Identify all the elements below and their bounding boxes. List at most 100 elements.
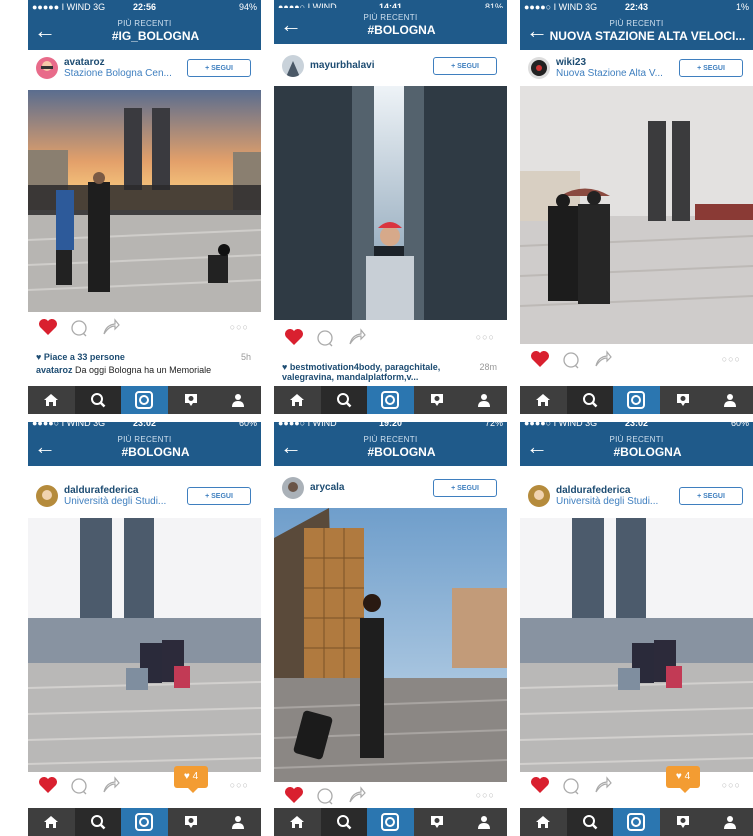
- activity-icon: [677, 394, 690, 406]
- tab-bar: [520, 386, 753, 414]
- share-icon[interactable]: [348, 786, 366, 809]
- avatar[interactable]: [528, 485, 550, 507]
- tab-activity[interactable]: [660, 808, 707, 836]
- comment-icon[interactable]: [562, 351, 580, 374]
- tab-search[interactable]: [566, 808, 614, 836]
- tab-home[interactable]: [274, 386, 321, 414]
- share-icon[interactable]: [102, 776, 120, 799]
- battery-level: 60%: [238, 422, 257, 428]
- search-icon: [336, 393, 352, 408]
- more-options-icon[interactable]: ○○○: [476, 332, 495, 342]
- search-icon: [90, 393, 106, 408]
- post-photo[interactable]: [520, 86, 753, 344]
- tab-camera[interactable]: [121, 386, 168, 414]
- tab-home[interactable]: [28, 386, 75, 414]
- tab-home[interactable]: [520, 808, 567, 836]
- tab-profile[interactable]: [706, 808, 753, 836]
- comment-icon[interactable]: [316, 787, 334, 810]
- profile-icon: [231, 394, 244, 407]
- username[interactable]: avataroz: [64, 57, 105, 68]
- tagged-users[interactable]: ♥ bestmotivation4body, paragchitale, val…: [282, 362, 457, 382]
- comment-icon[interactable]: [70, 319, 88, 342]
- tab-camera[interactable]: [367, 386, 414, 414]
- tab-activity[interactable]: [168, 386, 215, 414]
- username[interactable]: mayurbhalavi: [310, 60, 374, 71]
- username[interactable]: wiki23: [556, 57, 586, 68]
- avatar[interactable]: [36, 57, 58, 79]
- comment-icon[interactable]: [562, 777, 580, 800]
- follow-button[interactable]: + SEGUI: [433, 57, 497, 75]
- tab-profile[interactable]: [460, 386, 507, 414]
- heart-icon[interactable]: [530, 350, 550, 373]
- comment-icon[interactable]: [70, 777, 88, 800]
- tab-activity[interactable]: [168, 808, 215, 836]
- post-header: wiki23 Nuova Stazione Alta V... + SEGUI: [520, 52, 753, 86]
- tab-camera[interactable]: [121, 808, 168, 836]
- avatar[interactable]: [282, 55, 304, 77]
- avatar[interactable]: [282, 477, 304, 499]
- post-photo[interactable]: [28, 90, 261, 312]
- tab-profile[interactable]: [214, 386, 261, 414]
- username[interactable]: daldurafederica: [556, 485, 630, 496]
- tab-camera[interactable]: [367, 808, 414, 836]
- tab-camera[interactable]: [613, 808, 660, 836]
- location-link[interactable]: Università degli Studi...: [556, 496, 666, 507]
- tab-profile[interactable]: [460, 808, 507, 836]
- heart-icon[interactable]: [38, 776, 58, 799]
- share-icon[interactable]: [594, 350, 612, 373]
- username[interactable]: daldurafederica: [64, 485, 138, 496]
- tab-search[interactable]: [320, 808, 368, 836]
- more-options-icon[interactable]: ○○○: [230, 322, 249, 332]
- tab-activity[interactable]: [660, 386, 707, 414]
- tab-search[interactable]: [74, 808, 122, 836]
- tab-home[interactable]: [28, 808, 75, 836]
- tab-activity[interactable]: [414, 808, 461, 836]
- location-link[interactable]: Nuova Stazione Alta V...: [556, 68, 666, 79]
- caption-username[interactable]: avataroz: [36, 365, 73, 375]
- follow-button[interactable]: + SEGUI: [187, 59, 251, 77]
- tab-home[interactable]: [274, 808, 321, 836]
- more-options-icon[interactable]: ○○○: [722, 354, 741, 364]
- avatar[interactable]: [36, 485, 58, 507]
- profile-icon: [477, 816, 490, 829]
- heart-icon[interactable]: [530, 776, 550, 799]
- avatar[interactable]: [528, 57, 550, 79]
- tab-search[interactable]: [320, 386, 368, 414]
- tab-search[interactable]: [566, 386, 614, 414]
- heart-icon[interactable]: [284, 328, 304, 351]
- status-bar: ●●●●● I WIND 3G 22:56 94%: [28, 0, 261, 14]
- post-photo[interactable]: [274, 86, 507, 320]
- post-photo[interactable]: [274, 508, 507, 782]
- tab-search[interactable]: [74, 386, 122, 414]
- post-photo[interactable]: [28, 518, 261, 772]
- tab-home[interactable]: [520, 386, 567, 414]
- follow-button[interactable]: + SEGUI: [679, 59, 743, 77]
- tab-profile[interactable]: [706, 386, 753, 414]
- share-icon[interactable]: [348, 328, 366, 351]
- follow-button[interactable]: + SEGUI: [679, 487, 743, 505]
- tab-bar: [28, 808, 261, 836]
- heart-icon[interactable]: [284, 786, 304, 809]
- more-options-icon[interactable]: ○○○: [230, 780, 249, 790]
- tab-profile[interactable]: [214, 808, 261, 836]
- post-time: 5h: [240, 352, 251, 362]
- search-icon: [336, 815, 352, 830]
- comment-icon[interactable]: [316, 329, 334, 352]
- hashtag-title: NUOVA STAZIONE ALTA VELOCI...: [549, 29, 746, 43]
- username[interactable]: arycala: [310, 482, 344, 493]
- follow-button[interactable]: + SEGUI: [433, 479, 497, 497]
- more-options-icon[interactable]: ○○○: [476, 790, 495, 800]
- location-link[interactable]: Stazione Bologna Cen...: [64, 68, 174, 79]
- share-icon[interactable]: [102, 318, 120, 341]
- hashtag-title: #BOLOGNA: [121, 445, 190, 459]
- location-link[interactable]: Università degli Studi...: [64, 496, 174, 507]
- share-icon[interactable]: [594, 776, 612, 799]
- status-bar: ●●●●○ I WIND 19:20 72%: [274, 422, 507, 430]
- tab-activity[interactable]: [414, 386, 461, 414]
- more-options-icon[interactable]: ○○○: [722, 780, 741, 790]
- heart-icon[interactable]: [38, 318, 58, 341]
- likes-count[interactable]: ♥ Piace a 33 persone: [36, 352, 125, 362]
- tab-camera[interactable]: [613, 386, 660, 414]
- follow-button[interactable]: + SEGUI: [187, 487, 251, 505]
- post-photo[interactable]: [520, 518, 753, 772]
